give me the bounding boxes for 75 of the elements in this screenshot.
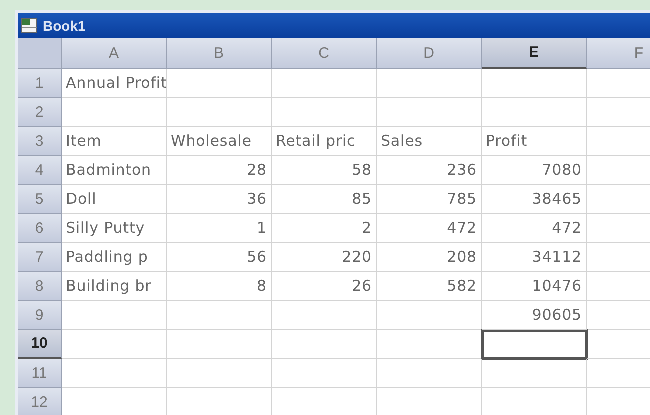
table-cell[interactable] — [482, 359, 587, 388]
table-cell[interactable] — [167, 98, 272, 127]
table-cell[interactable]: Annual Profit — [62, 69, 167, 98]
table-cell[interactable] — [62, 330, 167, 359]
table-cell[interactable] — [167, 301, 272, 330]
table-cell[interactable]: Silly Putty — [62, 214, 167, 243]
table-cell[interactable] — [62, 98, 167, 127]
table-cell[interactable]: 85 — [272, 185, 377, 214]
table-cell[interactable]: 236 — [377, 156, 482, 185]
table-cell[interactable] — [377, 69, 482, 98]
table-cell[interactable]: 56 — [167, 243, 272, 272]
table-cell[interactable] — [167, 330, 272, 359]
table-cell[interactable]: 26 — [272, 272, 377, 301]
table-cell[interactable]: 472 — [377, 214, 482, 243]
table-cell[interactable]: 2 — [272, 214, 377, 243]
active-cell[interactable] — [482, 330, 587, 359]
row-header[interactable]: 11 — [18, 359, 62, 388]
table-cell[interactable]: 36 — [167, 185, 272, 214]
column-header[interactable]: B — [167, 38, 272, 69]
table-cell[interactable]: 10476 — [482, 272, 587, 301]
table-cell[interactable]: 38465 — [482, 185, 587, 214]
table-cell[interactable]: Doll — [62, 185, 167, 214]
table-cell[interactable]: Item — [62, 127, 167, 156]
table-cell[interactable]: 8 — [167, 272, 272, 301]
row-header[interactable]: 8 — [18, 272, 62, 301]
row-header[interactable]: 5 — [18, 185, 62, 214]
workbook-icon — [21, 16, 39, 34]
window-title: Book1 — [43, 18, 86, 34]
row-header[interactable]: 12 — [18, 388, 62, 415]
column-header[interactable]: C — [272, 38, 377, 69]
row-header[interactable]: 6 — [18, 214, 62, 243]
table-cell[interactable] — [272, 69, 377, 98]
table-cell[interactable]: 220 — [272, 243, 377, 272]
table-cell[interactable]: 472 — [482, 214, 587, 243]
row-header[interactable]: 10 — [18, 330, 62, 359]
column-header[interactable]: A — [62, 38, 167, 69]
table-cell[interactable]: Paddling p — [62, 243, 167, 272]
table-cell[interactable] — [377, 359, 482, 388]
table-cell[interactable] — [377, 301, 482, 330]
row-header[interactable]: 9 — [18, 301, 62, 330]
table-cell[interactable]: Sales — [377, 127, 482, 156]
table-cell[interactable]: 90605 — [482, 301, 587, 330]
table-cell[interactable]: Building br — [62, 272, 167, 301]
column-header[interactable]: E — [482, 38, 587, 69]
table-cell[interactable]: 582 — [377, 272, 482, 301]
table-cell[interactable] — [167, 69, 272, 98]
row-header[interactable]: 4 — [18, 156, 62, 185]
table-cell[interactable]: 58 — [272, 156, 377, 185]
table-cell[interactable] — [272, 98, 377, 127]
table-cell[interactable] — [482, 69, 587, 98]
table-cell[interactable] — [482, 98, 587, 127]
table-cell[interactable] — [272, 301, 377, 330]
table-cell[interactable]: Retail pric — [272, 127, 377, 156]
table-cell[interactable]: Wholesale — [167, 127, 272, 156]
table-cell[interactable]: Profit — [482, 127, 587, 156]
table-cell[interactable]: 34112 — [482, 243, 587, 272]
table-cell[interactable]: 208 — [377, 243, 482, 272]
table-cell[interactable]: 7080 — [482, 156, 587, 185]
table-cell[interactable] — [167, 359, 272, 388]
table-cell[interactable] — [62, 301, 167, 330]
column-header[interactable]: F — [587, 38, 650, 69]
select-all-corner[interactable] — [18, 38, 62, 69]
table-cell[interactable] — [377, 98, 482, 127]
table-cell[interactable]: Badminton — [62, 156, 167, 185]
row-header[interactable]: 7 — [18, 243, 62, 272]
table-cell[interactable]: 28 — [167, 156, 272, 185]
row-header[interactable]: 2 — [18, 98, 62, 127]
table-cell[interactable] — [272, 330, 377, 359]
table-cell[interactable] — [62, 359, 167, 388]
table-cell[interactable]: 1 — [167, 214, 272, 243]
row-header[interactable]: 3 — [18, 127, 62, 156]
table-cell[interactable] — [272, 359, 377, 388]
row-header[interactable]: 1 — [18, 69, 62, 98]
table-cell[interactable]: 785 — [377, 185, 482, 214]
column-header[interactable]: D — [377, 38, 482, 69]
